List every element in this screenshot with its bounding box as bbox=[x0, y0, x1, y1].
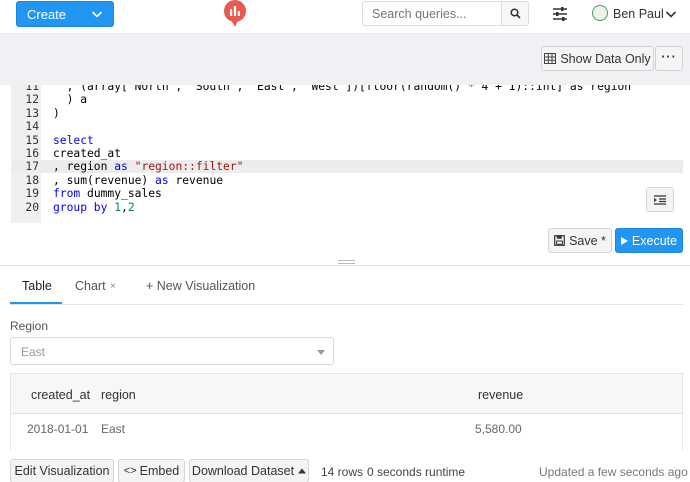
code-token: select bbox=[53, 133, 94, 147]
code-line[interactable]: 19 from dummy_sales bbox=[11, 187, 683, 200]
download-dataset-label: Download Dataset bbox=[191, 464, 295, 478]
caret-down-icon bbox=[317, 350, 325, 355]
line-number: 15 bbox=[25, 133, 39, 147]
code-text: created_at bbox=[53, 147, 121, 160]
code-text: ) bbox=[53, 107, 60, 120]
format-query-button[interactable] bbox=[646, 187, 674, 212]
save-icon bbox=[554, 235, 565, 246]
code-text: , region as "region::filter" bbox=[53, 160, 243, 173]
line-number: 13 bbox=[25, 106, 39, 120]
query-editor[interactable]: 11 , (array['North', 'South', 'East', 'W… bbox=[11, 85, 683, 223]
table-icon bbox=[544, 53, 557, 64]
code-text: from dummy_sales bbox=[53, 187, 162, 200]
search-input[interactable] bbox=[362, 1, 502, 26]
code-line[interactable]: 13) bbox=[11, 107, 683, 120]
code-token: , (array['North', 'South', 'East', 'West… bbox=[53, 85, 632, 93]
line-number: 14 bbox=[25, 120, 39, 134]
play-icon bbox=[620, 236, 628, 245]
code-token: , bbox=[121, 200, 128, 214]
chevron-down-icon[interactable] bbox=[665, 8, 677, 20]
code-token: revenue bbox=[168, 173, 224, 187]
line-number: 11 bbox=[25, 85, 39, 93]
edit-visualization-button[interactable]: Edit Visualization bbox=[10, 459, 114, 482]
section-divider bbox=[0, 265, 690, 266]
tabs-divider bbox=[10, 304, 683, 305]
save-button-label: Save * bbox=[569, 233, 606, 248]
download-dataset-button[interactable]: Download Dataset bbox=[189, 459, 309, 482]
user-name[interactable]: Ben Paul bbox=[613, 7, 664, 21]
create-button[interactable]: Create bbox=[16, 1, 114, 27]
code-token: as bbox=[155, 173, 169, 187]
code-text: ) a bbox=[53, 93, 87, 106]
code-token: from bbox=[53, 187, 81, 201]
line-number: 19 bbox=[25, 187, 39, 201]
embed-label: Embed bbox=[139, 464, 180, 478]
code-line[interactable]: 18 , sum(revenue) as revenue bbox=[11, 174, 683, 187]
code-token: ) bbox=[53, 106, 60, 120]
results-table: created_at region revenue 2018-01-01 Eas… bbox=[10, 373, 683, 450]
show-data-only-button[interactable]: Show Data Only bbox=[541, 46, 654, 71]
execute-button-label: Execute bbox=[631, 233, 678, 248]
close-icon[interactable]: × bbox=[110, 281, 116, 292]
code-line[interactable]: 17 , region as "region::filter" bbox=[11, 160, 683, 174]
create-button-label: Create bbox=[27, 6, 67, 22]
runtime-text: 0 seconds runtime bbox=[367, 465, 466, 479]
code-line[interactable]: 14 bbox=[11, 120, 683, 133]
execute-button[interactable]: Execute bbox=[615, 228, 683, 253]
chevron-down-icon bbox=[91, 11, 103, 18]
updated-timestamp: Updated a few seconds ago bbox=[539, 465, 688, 479]
indent-icon bbox=[654, 194, 666, 205]
filter-label: Region bbox=[10, 319, 49, 333]
cell-created-at: 2018-01-01 bbox=[27, 422, 89, 436]
line-number: 20 bbox=[25, 200, 39, 214]
code-line[interactable]: 15 select bbox=[11, 134, 683, 147]
code-line[interactable]: 20 group by 1,2 bbox=[11, 201, 683, 214]
code-icon: <> bbox=[123, 465, 137, 477]
caret-up-icon bbox=[298, 468, 307, 474]
code-text: group by 1,2 bbox=[53, 201, 135, 214]
code-token: as bbox=[114, 160, 128, 174]
code-text: , (array['North', 'South', 'East', 'West… bbox=[53, 85, 632, 93]
code-text: select bbox=[53, 134, 94, 147]
line-number: 12 bbox=[25, 93, 39, 107]
line-number: 17 bbox=[25, 160, 39, 174]
region-filter-value: East bbox=[21, 345, 46, 359]
line-number: 16 bbox=[25, 147, 39, 160]
editor-resize-handle[interactable] bbox=[338, 260, 355, 264]
code-text: , sum(revenue) as revenue bbox=[53, 174, 223, 187]
search-button[interactable] bbox=[501, 1, 529, 26]
avatar[interactable] bbox=[592, 5, 608, 21]
code-token: "region::filter" bbox=[134, 160, 244, 174]
code-token: created_at bbox=[53, 147, 122, 160]
new-visualization-tab[interactable]: + New Visualization bbox=[146, 279, 255, 293]
code-token: , region bbox=[53, 160, 115, 174]
code-token: dummy_sales bbox=[80, 187, 162, 201]
code-line[interactable]: 11 , (array['North', 'South', 'East', 'W… bbox=[11, 85, 683, 93]
cell-region: East bbox=[101, 422, 126, 436]
column-header-created-at[interactable]: created_at bbox=[31, 388, 90, 402]
embed-button[interactable]: <> Embed bbox=[118, 459, 185, 482]
code-line[interactable]: 12 ) a bbox=[11, 93, 683, 106]
redash-logo-icon[interactable] bbox=[223, 0, 247, 28]
line-number: 18 bbox=[25, 173, 39, 187]
column-header-revenue[interactable]: revenue bbox=[478, 388, 523, 402]
save-button[interactable]: Save * bbox=[548, 228, 612, 253]
column-header-region[interactable]: region bbox=[101, 388, 136, 402]
tab-chart[interactable]: Chart bbox=[75, 279, 106, 293]
code-token: group by bbox=[53, 200, 108, 214]
row-count: 14 rows bbox=[321, 465, 364, 479]
code-token: , sum(revenue) bbox=[53, 173, 156, 187]
code-token: ) a bbox=[53, 93, 88, 107]
search-icon bbox=[509, 8, 521, 19]
settings-sliders-icon[interactable] bbox=[552, 6, 568, 22]
code-token: 2 bbox=[127, 200, 135, 214]
region-filter-select[interactable]: East bbox=[10, 337, 334, 365]
more-options-button[interactable]: ··· bbox=[655, 46, 683, 71]
cell-revenue: 5,580.00 bbox=[475, 422, 522, 436]
code-line[interactable]: 16 created_at bbox=[11, 147, 683, 160]
tab-table[interactable]: Table bbox=[22, 279, 52, 293]
top-navbar: Create Ben Paul bbox=[0, 0, 690, 30]
show-data-only-label: Show Data Only bbox=[560, 51, 651, 66]
